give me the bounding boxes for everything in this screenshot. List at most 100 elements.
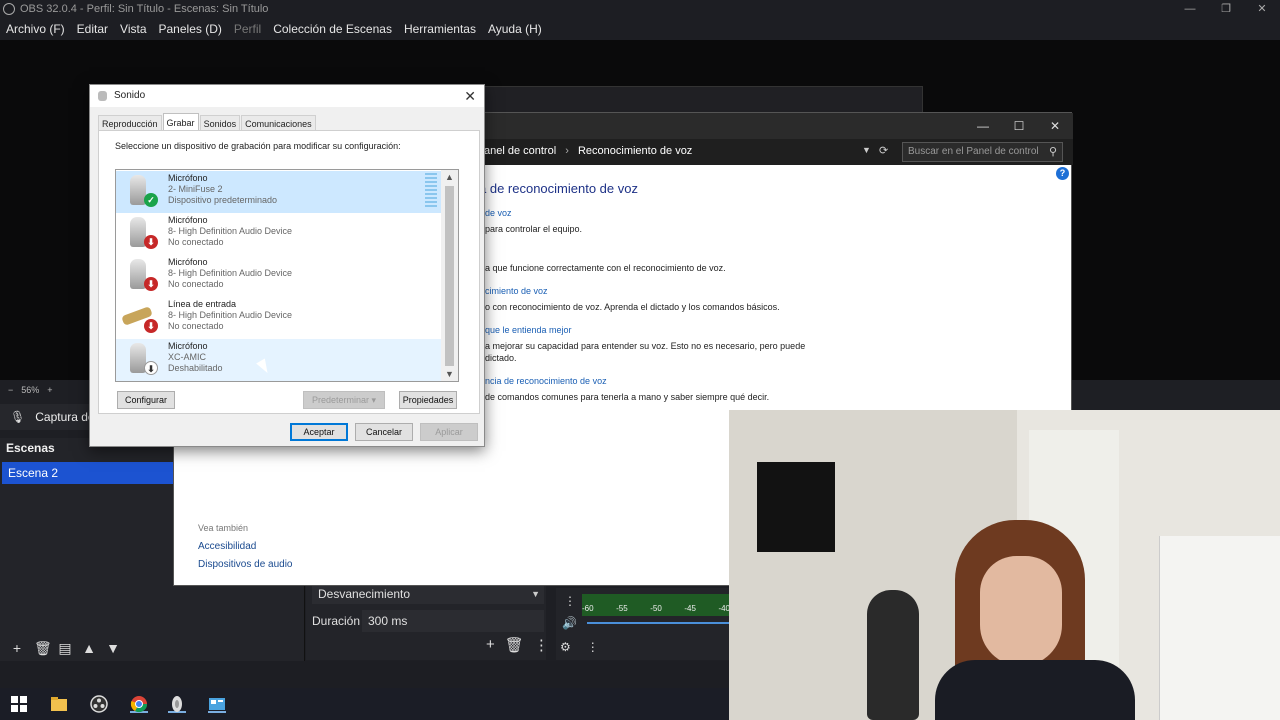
refresh-icon[interactable]: ⟳ [879,144,888,157]
list-item[interactable]: ⬇ Línea de entrada 8- High Definition Au… [116,297,441,339]
close-icon[interactable]: ✕ [1244,0,1280,18]
remove-scene-icon[interactable]: 🗑 [34,640,52,657]
mixer-menu-icon[interactable]: ⋮ [564,594,576,608]
list-item[interactable]: ✓ Micrófono 2- MiniFuse 2 Dispositivo pr… [116,171,441,213]
taskbar [0,688,729,720]
meter-tick: -45 [684,604,696,613]
level-meter [425,173,437,207]
duration-label: Duración [312,614,361,628]
down-arrow-red-icon: ⬇ [144,277,158,291]
device-status: No conectado [168,279,224,289]
sound-titlebar: Sonido ✕ [90,85,484,107]
link-accessibility[interactable]: Accesibilidad [198,541,256,552]
search-placeholder: Buscar en el Panel de control [908,146,1039,157]
tab-sonidos[interactable]: Sonidos [199,115,241,131]
set-default-button[interactable]: Predeterminar ▾ [303,391,385,409]
scroll-thumb[interactable] [445,186,454,366]
obs-logo-icon [3,3,15,15]
link-reference[interactable]: ncia de reconocimiento de voz [485,376,607,386]
tab-grabar[interactable]: Grabar [162,113,199,130]
configure-button[interactable]: Configurar [117,391,175,409]
minimize-icon[interactable]: — [1172,0,1208,18]
obs-menu-bar: Archivo (F) Editar Vista Paneles (D) Per… [0,18,1280,40]
chevron-down-icon[interactable]: ▼ [862,145,871,155]
meter-tick: -50 [650,604,662,613]
speaker-icon [98,91,107,101]
add-scene-icon[interactable]: + [10,640,24,656]
menu-vista[interactable]: Vista [120,22,146,36]
move-down-icon[interactable]: ▼ [106,640,120,656]
menu-herramientas[interactable]: Herramientas [404,22,476,36]
device-name: Micrófono [168,341,208,351]
device-name: Línea de entrada [168,299,237,309]
link-tutorial[interactable]: cimiento de voz [485,286,548,296]
menu-paneles[interactable]: Paneles (D) [159,22,222,36]
menu-archivo[interactable]: Archivo (F) [6,22,65,36]
move-up-icon[interactable]: ▲ [82,640,96,656]
instruction-text: Seleccione un dispositivo de grabación p… [115,141,401,151]
list-item[interactable]: ⬇ Micrófono 8- High Definition Audio Dev… [116,213,441,255]
windows-start-icon[interactable] [10,695,28,713]
webcam-cabinet [1159,536,1280,720]
maximize-icon[interactable]: ❐ [1208,0,1244,18]
chrome-icon[interactable] [130,695,148,713]
webcam-microphone [867,590,919,720]
mixer-settings-icon[interactable]: ⚙ [560,640,571,654]
link-audio-devices[interactable]: Dispositivos de audio [198,559,293,570]
zoom-out-button[interactable]: − [8,385,13,395]
device-status: No conectado [168,237,224,247]
control-panel-icon[interactable] [208,695,226,713]
tab-comunicaciones[interactable]: Comunicaciones [241,115,316,131]
volume-slider[interactable] [586,622,730,624]
tab-reproduccion[interactable]: Reproducción [98,115,162,131]
menu-editar[interactable]: Editar [77,22,108,36]
close-icon[interactable]: ✕ [1037,113,1073,139]
link-train[interactable]: que le entienda mejor [485,325,572,335]
speaker-icon[interactable]: 🔊 [562,616,577,630]
breadcrumb-speech[interactable]: Reconocimiento de voz [578,145,692,157]
sound-app-icon[interactable] [168,695,186,713]
menu-coleccion-escenas[interactable]: Colección de Escenas [273,22,392,36]
list-item[interactable]: ⬇ Micrófono XC-AMIC Deshabilitado [116,339,441,381]
desc-text: a mejorar su capacidad para entender su … [485,341,806,351]
maximize-icon[interactable]: ☐ [1001,113,1037,139]
desc-text: dictado. [485,353,517,363]
scroll-down-icon[interactable]: ▼ [445,369,454,379]
device-name: Micrófono [168,257,208,267]
mixer-more-icon[interactable]: ⋮ [587,640,599,654]
apply-button[interactable]: Aplicar [420,423,478,441]
transition-menu-icon[interactable]: ⋮ [534,636,549,654]
zoom-level: 56% [21,385,40,395]
ok-button[interactable]: Aceptar [290,423,348,441]
transition-select[interactable]: Desvanecimiento ▼ [312,584,544,604]
menu-ayuda[interactable]: Ayuda (H) [488,22,542,36]
file-explorer-icon[interactable] [50,695,68,713]
obs-icon[interactable] [90,695,108,713]
add-transition-icon[interactable]: + [486,636,495,654]
list-item[interactable]: ⬇ Micrófono 8- High Definition Audio Dev… [116,255,441,297]
search-icon[interactable]: ⚲ [1049,143,1057,161]
properties-button[interactable]: Propiedades [399,391,457,409]
link-start-speech[interactable]: de voz [485,208,512,218]
close-icon[interactable]: ✕ [464,85,476,107]
webcam-body [935,660,1135,720]
device-status: Dispositivo predeterminado [168,195,278,205]
minimize-icon[interactable]: — [965,113,1001,139]
recording-panel: Seleccione un dispositivo de grabación p… [98,130,480,414]
desc-text: de comandos comunes para tenerla a mano … [485,392,770,402]
scene-item[interactable]: Escena 2 [2,462,173,484]
cancel-button[interactable]: Cancelar [355,423,413,441]
scroll-up-icon[interactable]: ▲ [445,172,454,182]
desc-text: o con reconocimiento de voz. Aprenda el … [485,302,780,312]
device-list: ✓ Micrófono 2- MiniFuse 2 Dispositivo pr… [115,169,459,382]
scene-filters-icon[interactable]: ▤ [58,640,72,657]
device-status: Deshabilitado [168,363,223,373]
duration-input[interactable]: 300 ms [362,610,544,632]
menu-perfil[interactable]: Perfil [234,22,261,36]
search-input[interactable]: Buscar en el Panel de control ⚲ [902,142,1063,162]
list-scrollbar[interactable]: ▲ ▼ [441,170,458,381]
remove-transition-icon[interactable]: 🗑 [505,636,524,654]
set-default-label: Predeterminar [311,395,369,405]
zoom-in-button[interactable]: + [47,385,52,395]
breadcrumb-control-panel[interactable]: anel de control [484,145,556,157]
